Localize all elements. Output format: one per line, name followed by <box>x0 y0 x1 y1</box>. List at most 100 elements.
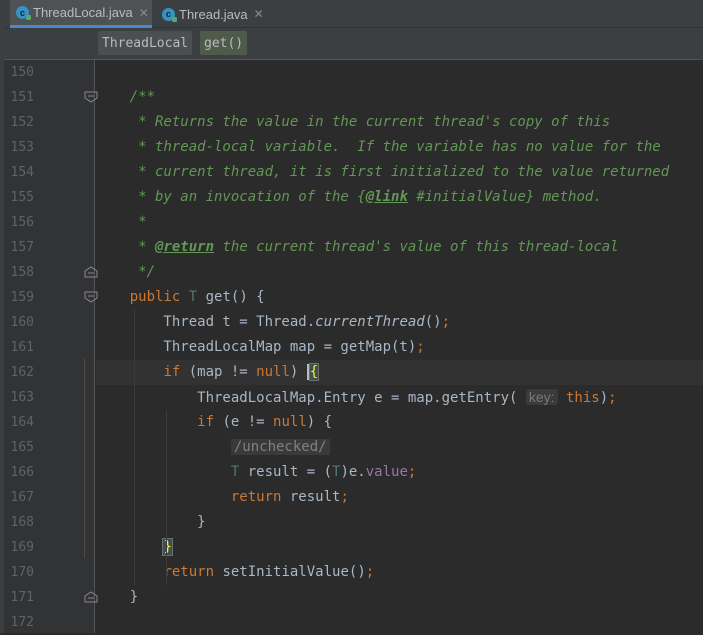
close-icon[interactable]: ✕ <box>254 7 264 21</box>
code-token: * <box>96 239 156 255</box>
line-number: 152 <box>10 115 34 130</box>
editor-tab-bar: c ThreadLocal.java ✕ c Thread.java ✕ <box>4 0 703 28</box>
code-token: null <box>273 414 307 430</box>
code-token: T <box>188 289 198 305</box>
close-icon[interactable]: ✕ <box>139 6 149 20</box>
line-number: 169 <box>10 540 34 555</box>
code-token: value <box>365 464 408 480</box>
line-number: 153 <box>10 140 34 155</box>
code-line[interactable]: T result = (T)e.value; <box>96 460 703 485</box>
code-token: (e != <box>222 414 274 430</box>
code-token: result <box>289 489 341 505</box>
tab-label: ThreadLocal.java <box>33 5 133 20</box>
line-number: 165 <box>10 440 34 455</box>
code-line[interactable]: } <box>96 510 703 535</box>
code-token: currentThread <box>315 314 425 330</box>
code-token: ThreadLocalMap.Entry e = map.getEntry( <box>96 390 526 406</box>
line-number: 150 <box>10 65 34 80</box>
code-line[interactable]: return setInitialValue(); <box>96 560 703 585</box>
code-token: ; <box>365 564 375 580</box>
code-token: if <box>163 364 189 380</box>
code-token: ) <box>599 390 609 406</box>
code-token: * thread-local variable. If the variable… <box>96 139 661 155</box>
code-token: (map != <box>188 364 257 380</box>
indent-guide <box>166 410 167 585</box>
code-line[interactable]: * current thread, it is first initialize… <box>96 160 703 185</box>
code-line[interactable]: } <box>96 535 703 560</box>
code-token: ; <box>608 390 617 406</box>
code-line[interactable]: * by an invocation of the {@link #initia… <box>96 185 703 210</box>
code-token: public <box>129 289 189 305</box>
matched-brace: { <box>308 363 320 381</box>
code-token: if <box>197 414 223 430</box>
code-token: ; <box>441 314 451 330</box>
code-token: result = ( <box>239 464 333 480</box>
line-number: 159 <box>10 290 34 305</box>
code-token: /** <box>96 89 156 105</box>
line-number: 160 <box>10 315 34 330</box>
code-token: ThreadLocalMap map = getMap(t) <box>96 339 417 355</box>
code-token: get() { <box>197 289 265 305</box>
code-line[interactable]: * Returns the value in the current threa… <box>96 110 703 135</box>
code-line[interactable]: Thread t = Thread.currentThread(); <box>96 310 703 335</box>
code-line[interactable]: * @return the current thread's value of … <box>96 235 703 260</box>
code-token: { <box>357 189 366 205</box>
line-number: 157 <box>10 240 34 255</box>
java-class-icon: c <box>16 6 31 20</box>
line-number: 166 <box>10 465 34 480</box>
code-token: * current thread, it is first initialize… <box>96 164 670 180</box>
code-token: } <box>96 589 139 605</box>
code-token: null <box>256 364 290 380</box>
tab-threadlocal-java[interactable]: c ThreadLocal.java ✕ <box>10 0 152 28</box>
code-line[interactable]: * thread-local variable. If the variable… <box>96 135 703 160</box>
code-token: this <box>566 390 600 406</box>
code-line[interactable]: } <box>96 585 703 610</box>
code-token: ; <box>407 464 417 480</box>
code-line[interactable]: */ <box>96 260 703 285</box>
code-line[interactable] <box>96 60 703 85</box>
breadcrumb-method[interactable]: get() <box>200 31 248 55</box>
line-number: 168 <box>10 515 34 530</box>
code-line[interactable]: /** <box>96 85 703 110</box>
code-token: ) { <box>306 414 333 430</box>
code-token: return <box>163 564 223 580</box>
code-line[interactable]: public T get() { <box>96 285 703 310</box>
text-caret <box>306 364 309 380</box>
code-line[interactable]: /unchecked/ <box>96 435 703 460</box>
code-line[interactable]: return result; <box>96 485 703 510</box>
code-token: } <box>96 514 206 530</box>
code-line[interactable] <box>96 610 703 635</box>
code-token: ; <box>340 489 349 505</box>
code-token: * by an invocation of the <box>96 189 358 205</box>
code-token: Thread t = Thread. <box>96 314 316 330</box>
line-number: 151 <box>10 90 34 105</box>
code-token: )e. <box>340 464 366 480</box>
line-number: 163 <box>10 390 34 405</box>
code-line[interactable]: if (map != null) { <box>96 360 703 385</box>
code-line[interactable]: ThreadLocalMap map = getMap(t); <box>96 335 703 360</box>
breadcrumb: ThreadLocal get() <box>4 28 703 60</box>
line-number: 158 <box>10 265 34 280</box>
code-line[interactable]: * <box>96 210 703 235</box>
tab-thread-java[interactable]: c Thread.java ✕ <box>156 0 276 28</box>
line-number: 156 <box>10 215 34 230</box>
code-token: () <box>424 314 442 330</box>
line-number: 162 <box>10 365 34 380</box>
line-number: 167 <box>10 490 34 505</box>
code-token: #initialValue} method. <box>407 189 602 205</box>
code-token: ; <box>416 339 425 355</box>
code-line[interactable]: if (e != null) { <box>96 410 703 435</box>
code-line[interactable]: ThreadLocalMap.Entry e = map.getEntry( k… <box>96 385 703 410</box>
code-token: * <box>96 214 147 230</box>
indent-guide <box>134 310 135 585</box>
breadcrumb-class[interactable]: ThreadLocal <box>98 31 193 55</box>
line-number: 170 <box>10 565 34 580</box>
